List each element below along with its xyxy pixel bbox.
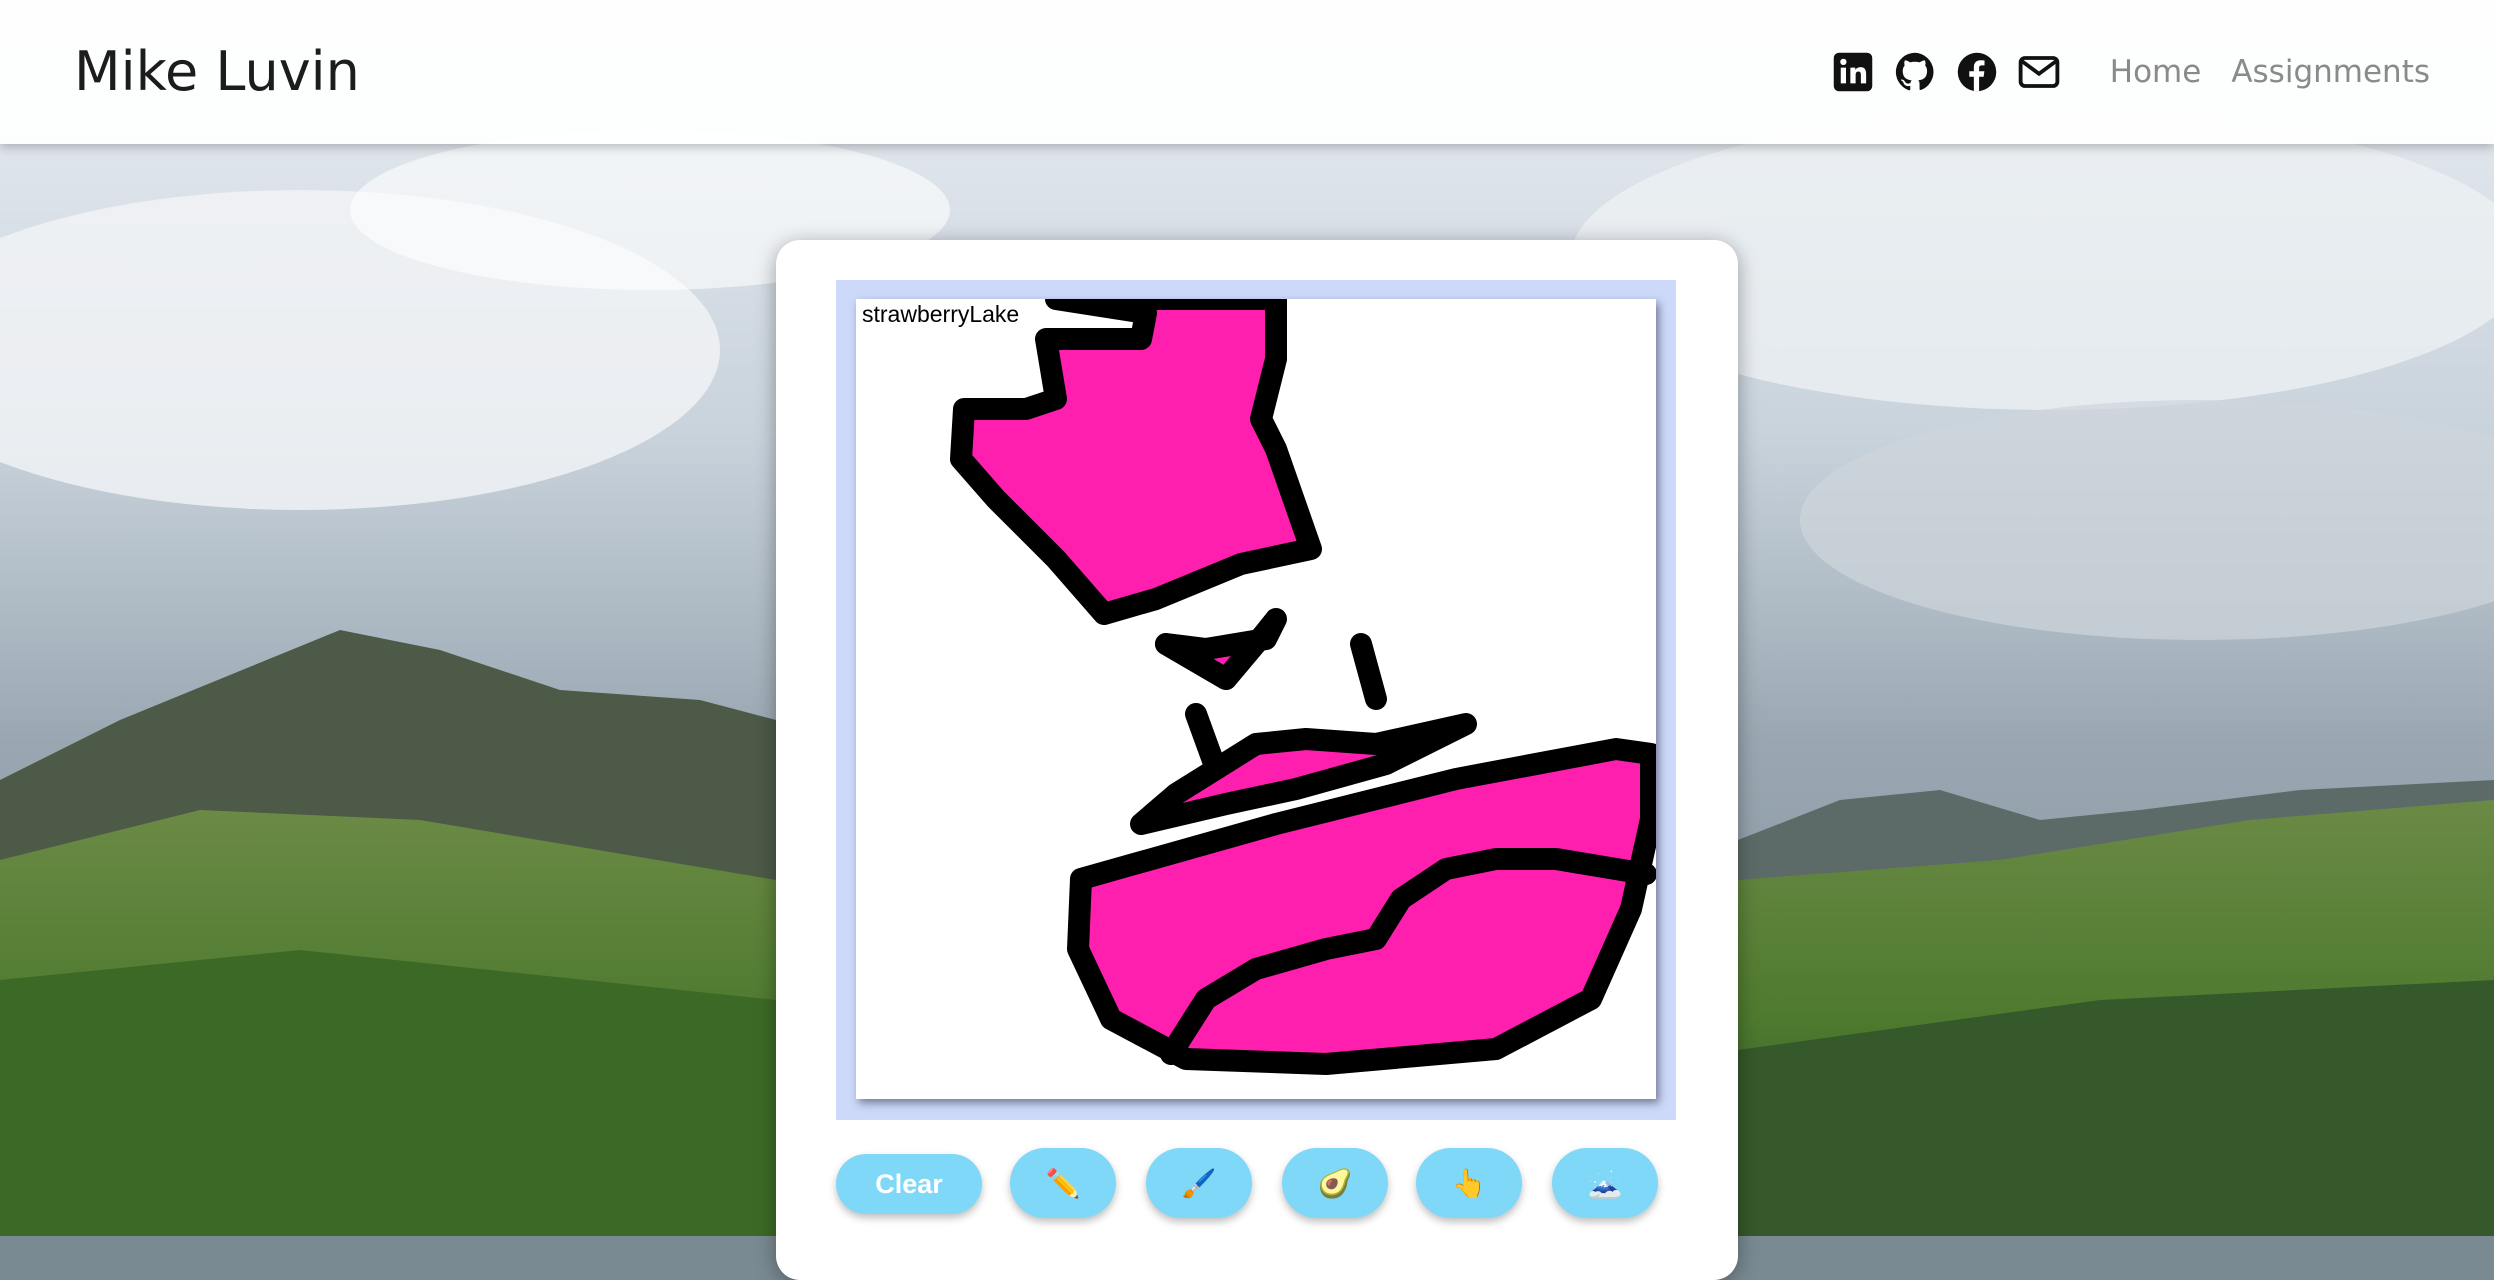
mail-icon[interactable] <box>2018 51 2060 93</box>
pointer-hand-icon: 👆 <box>1451 1167 1487 1199</box>
pencil-icon: ✏️ <box>1045 1167 1081 1199</box>
nav-link-assignments[interactable]: Assignments <box>2231 54 2430 90</box>
canvas-drawing <box>950 299 1656 1075</box>
drawing-card: strawberryLake Clear ✏️ 🖌️ 🥑 👆 🗻 <box>776 240 1738 1280</box>
facebook-icon[interactable] <box>1956 51 1998 93</box>
linkedin-icon[interactable] <box>1832 51 1874 93</box>
avocado-icon: 🥑 <box>1317 1167 1353 1199</box>
clear-button[interactable]: Clear <box>836 1154 982 1214</box>
nav-link-home[interactable]: Home <box>2110 54 2202 90</box>
top-navbar: Mike Luvin Home Assignments <box>0 0 2494 144</box>
drawing-top-shape <box>950 299 1322 625</box>
mountain-tool-button[interactable]: 🗻 <box>1552 1148 1658 1218</box>
brush-icon: 🖌️ <box>1181 1167 1217 1199</box>
avocado-tool-button[interactable]: 🥑 <box>1282 1148 1388 1218</box>
mountain-icon: 🗻 <box>1587 1167 1623 1199</box>
pencil-tool-button[interactable]: ✏️ <box>1010 1148 1116 1218</box>
nav-right: Home Assignments <box>1832 44 2430 100</box>
pointer-tool-button[interactable]: 👆 <box>1416 1148 1522 1218</box>
canvas-title: strawberryLake <box>862 301 1020 327</box>
drawing-right-stroke <box>1350 633 1387 710</box>
tool-bar: Clear ✏️ 🖌️ 🥑 👆 🗻 <box>836 1148 1696 1228</box>
github-icon[interactable] <box>1894 51 1936 93</box>
brush-tool-button[interactable]: 🖌️ <box>1146 1148 1252 1218</box>
canvas-frame: strawberryLake <box>836 280 1676 1120</box>
site-brand[interactable]: Mike Luvin <box>74 40 360 103</box>
drawing-canvas[interactable]: strawberryLake <box>856 299 1656 1099</box>
